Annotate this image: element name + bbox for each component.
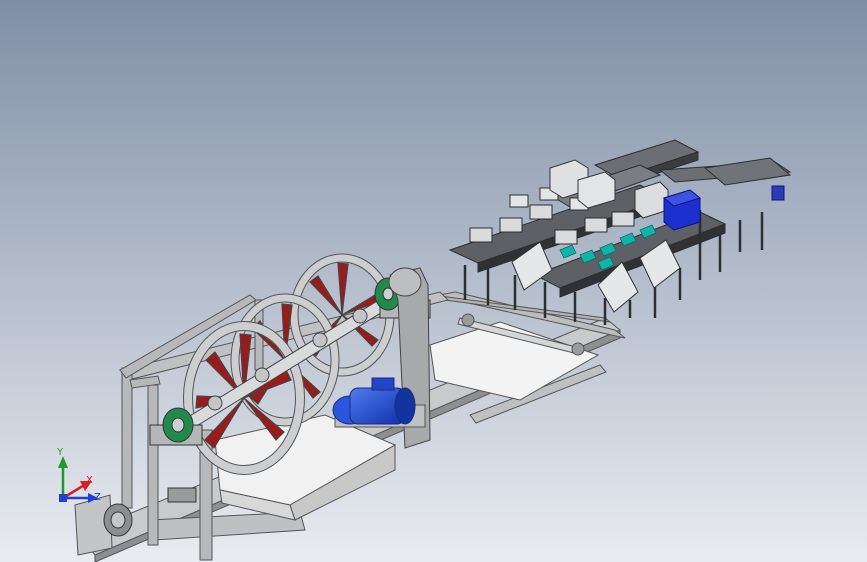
z-axis-label: Z [94, 492, 101, 503]
axis-origin [59, 494, 67, 502]
blue-small-box [771, 185, 785, 201]
x-axis-label: X [86, 475, 93, 486]
cad-viewport[interactable]: Y X Z [0, 0, 867, 562]
blue-enclosure [662, 189, 702, 231]
y-axis-label: Y [56, 447, 64, 458]
